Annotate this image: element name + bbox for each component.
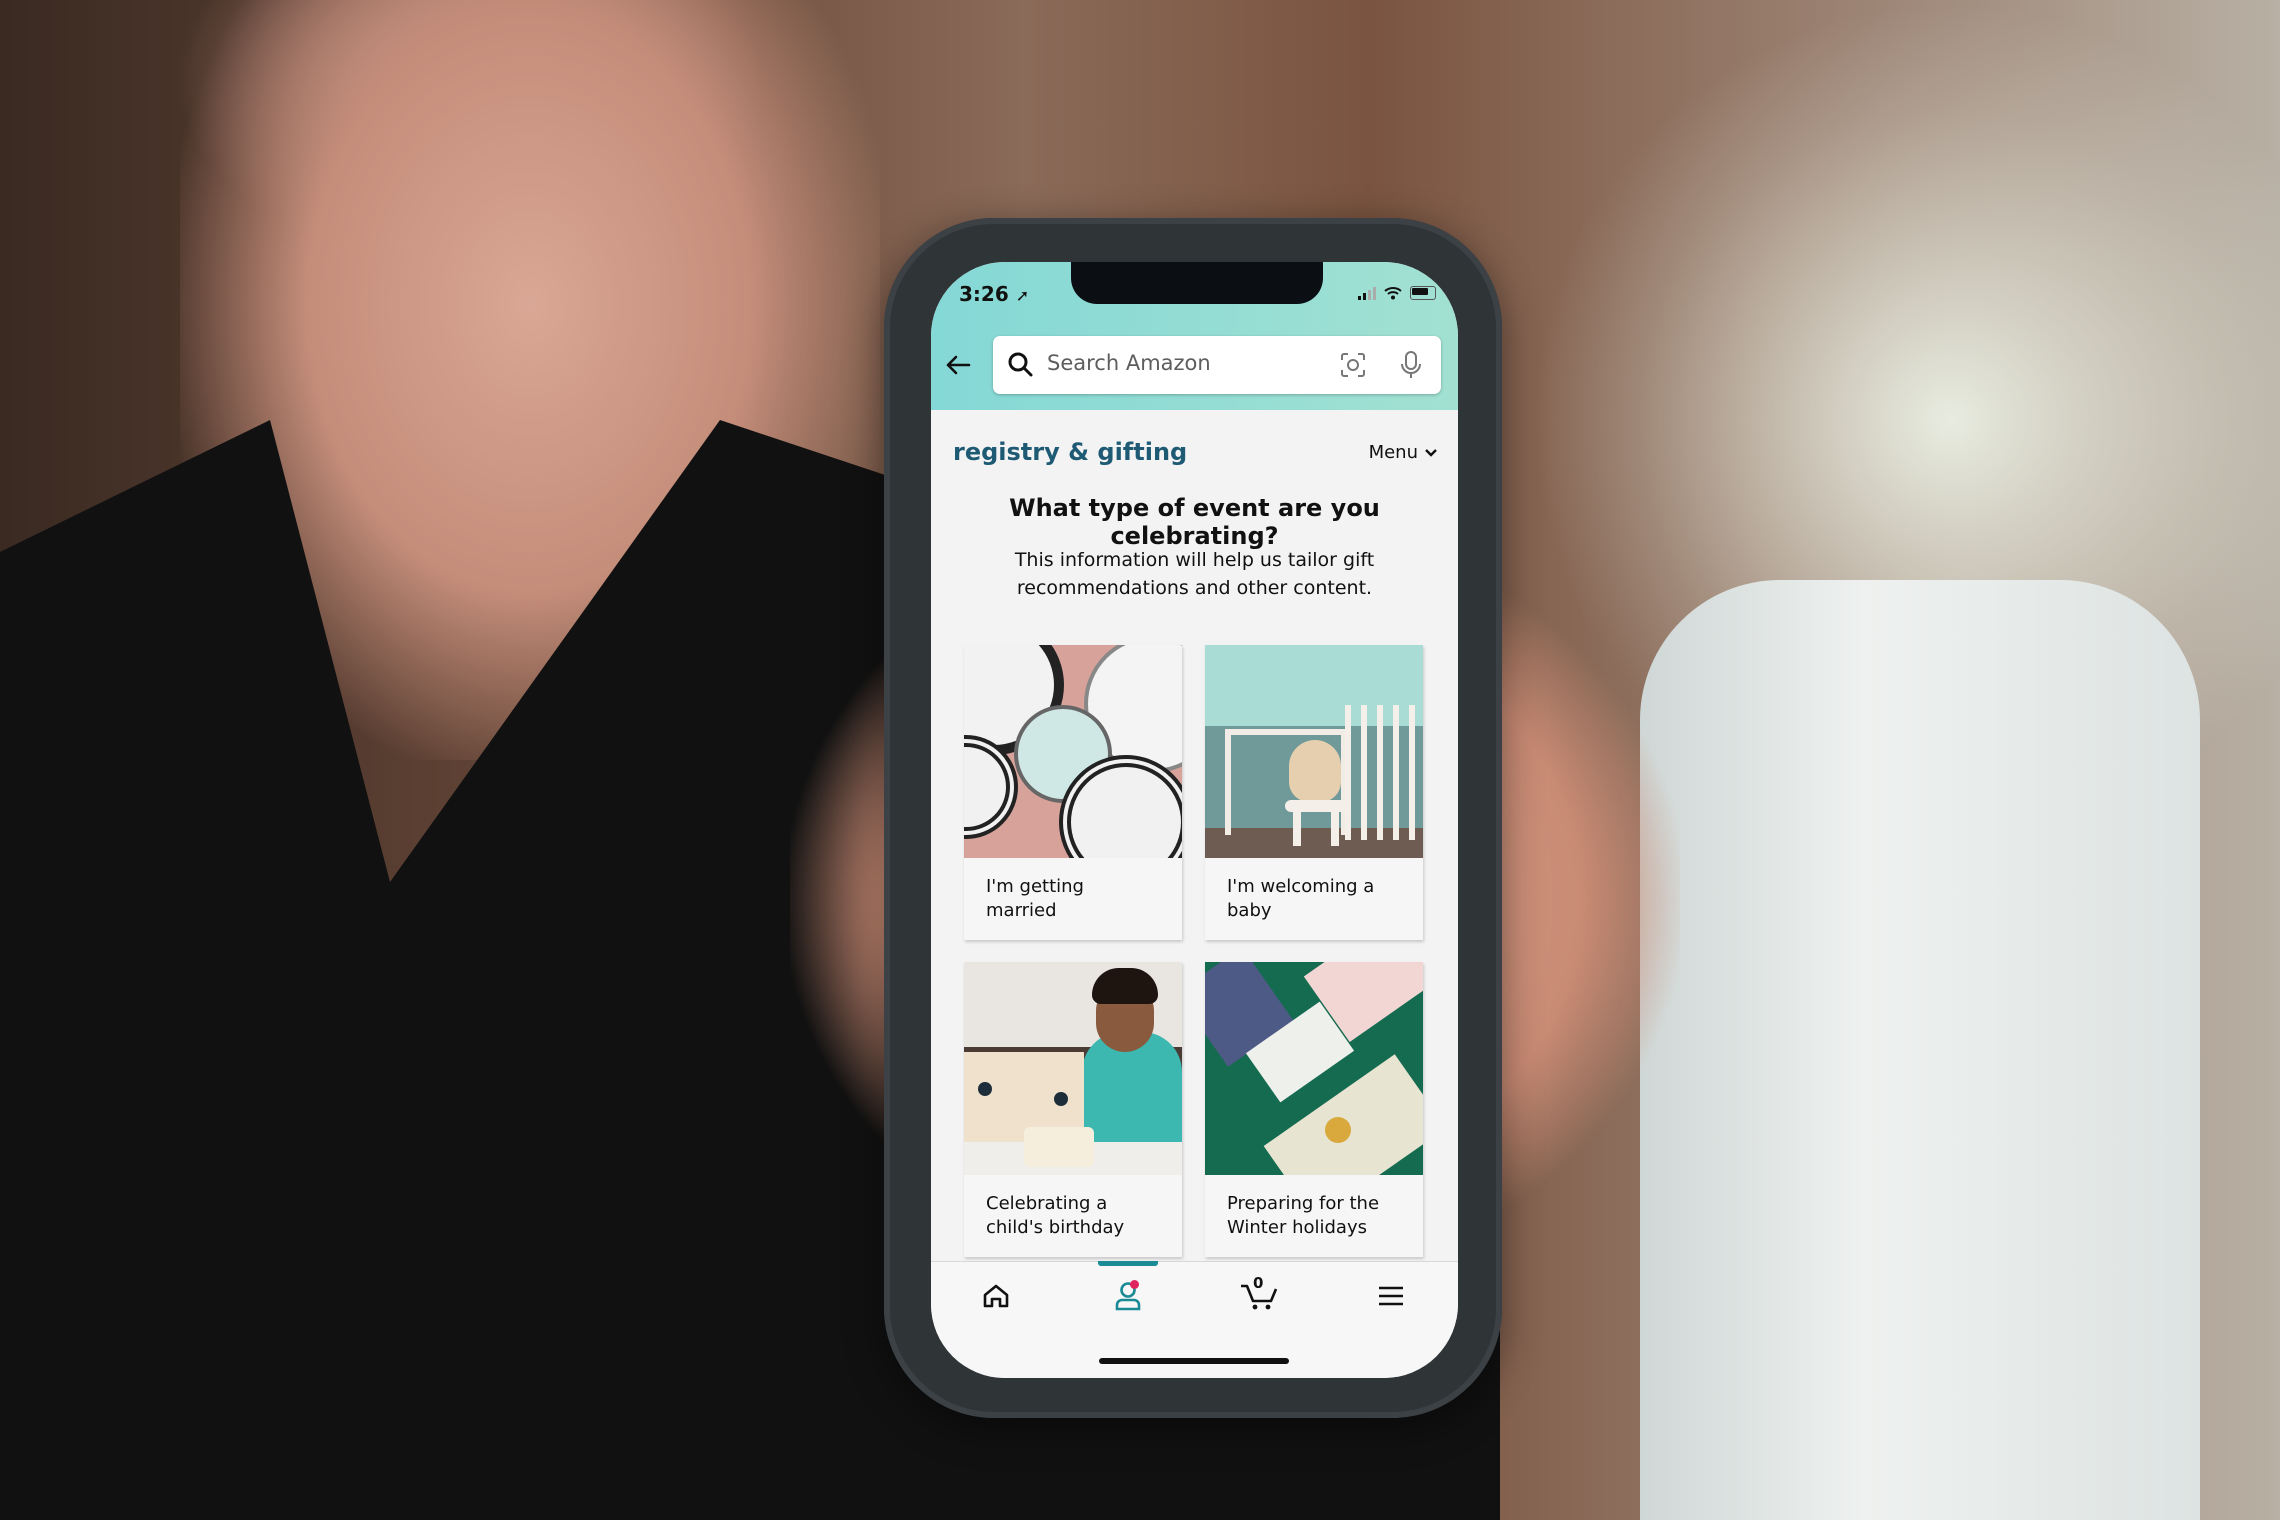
bottom-tab-bar: 0 — [931, 1261, 1458, 1378]
tab-account[interactable] — [1098, 1276, 1158, 1316]
holiday-gifts-image — [1205, 962, 1423, 1175]
event-card-wedding[interactable]: I'm getting married — [964, 645, 1182, 940]
notch — [1071, 262, 1323, 304]
menu-label: Menu — [1368, 442, 1418, 463]
app-header: 3:26 ➚ — [931, 262, 1458, 410]
status-time: 3:26 ➚ — [959, 282, 1029, 306]
phone-screen: 3:26 ➚ registry & gifting Menu — [931, 262, 1458, 1378]
tab-menu[interactable] — [1361, 1276, 1421, 1316]
search-input[interactable] — [1045, 350, 1309, 376]
menu-dropdown[interactable]: Menu — [1369, 442, 1438, 463]
birthday-image — [964, 962, 1182, 1175]
chevron-down-icon — [1425, 448, 1437, 457]
page-brand-title[interactable]: registry & gifting — [953, 438, 1187, 466]
event-card-baby[interactable]: I'm welcoming a baby — [1205, 645, 1423, 940]
page-subtext: This information will help us tailor gif… — [1014, 549, 1375, 599]
search-icon — [1008, 352, 1033, 377]
page-question: What type of event are you celebrating? — [1009, 494, 1380, 550]
camera-scan-icon[interactable] — [1339, 351, 1367, 379]
cart-count: 0 — [1253, 1274, 1264, 1292]
background-vase — [1640, 580, 2200, 1520]
event-card-label: Celebrating a child's birthday — [986, 1193, 1125, 1238]
status-icons — [1358, 286, 1436, 300]
event-card-label: I'm getting married — [986, 876, 1084, 921]
back-arrow-icon[interactable] — [945, 350, 971, 383]
time-text: 3:26 — [959, 282, 1009, 306]
wedding-image — [964, 645, 1182, 858]
battery-icon — [1410, 286, 1436, 300]
location-arrow-icon: ➚ — [1015, 286, 1030, 305]
event-card-birthday[interactable]: Celebrating a child's birthday — [964, 962, 1182, 1257]
signal-icon — [1358, 286, 1376, 300]
home-indicator[interactable] — [1099, 1358, 1289, 1364]
notification-dot — [1130, 1280, 1139, 1289]
event-card-label: I'm welcoming a baby — [1227, 876, 1375, 921]
wifi-icon — [1384, 287, 1402, 300]
tab-home[interactable] — [966, 1276, 1026, 1316]
active-tab-indicator — [1098, 1261, 1158, 1266]
search-bar[interactable] — [993, 336, 1441, 394]
home-icon — [983, 1284, 1009, 1308]
microphone-icon[interactable] — [1399, 350, 1423, 380]
event-card-winter-holidays[interactable]: Preparing for the Winter holidays — [1205, 962, 1423, 1257]
phone: 3:26 ➚ registry & gifting Menu — [884, 218, 1502, 1418]
tab-cart[interactable]: 0 — [1229, 1274, 1289, 1316]
baby-nursery-image — [1205, 645, 1423, 858]
event-card-label: Preparing for the Winter holidays — [1227, 1193, 1380, 1238]
page-content: registry & gifting Menu What type of eve… — [931, 410, 1458, 1262]
hamburger-menu-icon — [1379, 1286, 1403, 1306]
